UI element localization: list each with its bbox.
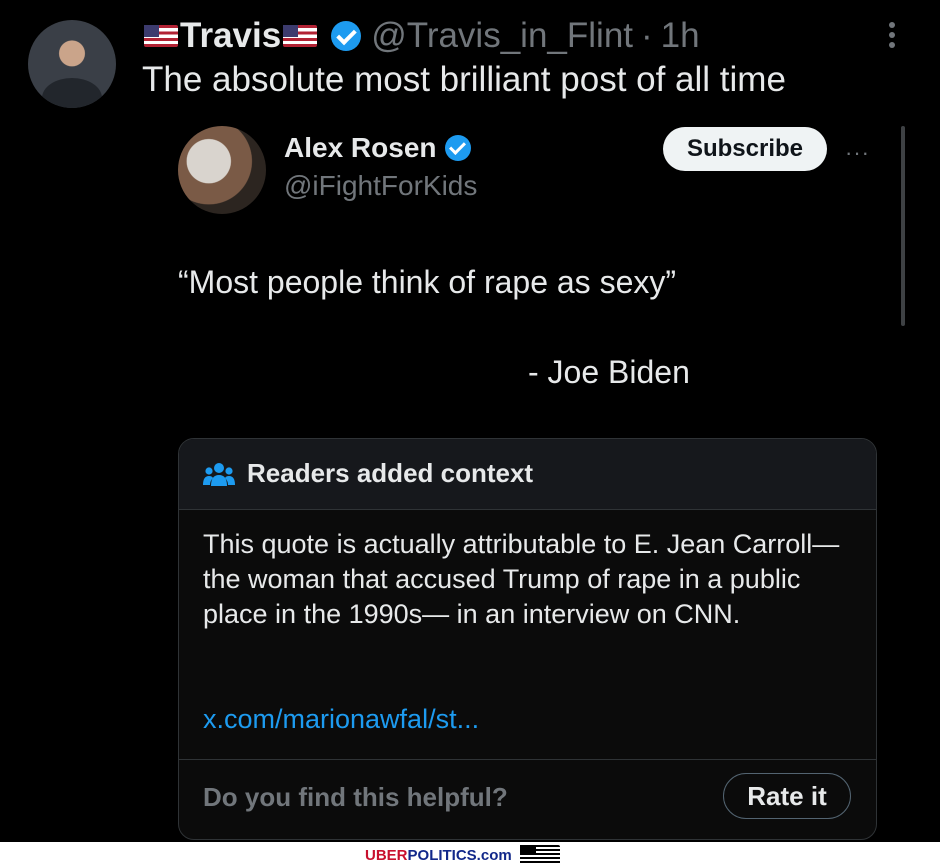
post-text: The absolute most brilliant post of all … [142, 60, 786, 99]
quote-attribution: - Joe Biden [528, 354, 690, 390]
separator-dot: · [641, 16, 653, 55]
author-handle[interactable]: @Travis_in_Flint [371, 16, 633, 56]
quoted-author-name[interactable]: Alex Rosen [284, 132, 437, 164]
us-flag-icon [283, 25, 318, 47]
watermark-uber: UBER [365, 846, 408, 864]
flag-icon [519, 845, 560, 865]
watermark-politics: POLITICS.com [407, 846, 512, 864]
community-note-text: This quote is actually attributable to E… [203, 529, 840, 629]
us-flag-icon [144, 25, 178, 47]
watermark: UBER POLITICS.com [365, 845, 562, 865]
helpful-question: Do you find this helpful? [203, 782, 508, 812]
community-note-card: Readers added context This quote is actu… [178, 438, 877, 840]
verified-badge-icon [331, 21, 362, 51]
community-note-header: Readers added context [179, 439, 876, 510]
post-time[interactable]: 1h [661, 16, 700, 56]
author-name[interactable]: Travis [180, 16, 281, 56]
quoted-author-handle[interactable]: @iFightForKids [284, 170, 477, 202]
subscribe-button[interactable]: Subscribe [663, 127, 827, 171]
divider [179, 759, 876, 760]
people-icon [203, 463, 235, 486]
quoted-author-avatar[interactable] [178, 126, 266, 214]
community-note-title: Readers added context [247, 458, 534, 488]
scrollbar[interactable] [901, 126, 905, 326]
quoted-text: “Most people think of rape as sexy” [178, 264, 677, 300]
post-header: Travis @Travis_in_Flint · 1h [142, 14, 700, 58]
more-options-icon[interactable] [885, 18, 899, 58]
quoted-author-row: Alex Rosen [284, 132, 471, 164]
verified-badge-icon [444, 135, 471, 161]
community-note-link[interactable]: x.com/marionawfal/st... [203, 704, 479, 735]
more-horizontal-icon[interactable]: ··· [845, 140, 870, 166]
author-avatar[interactable] [28, 20, 116, 108]
rate-it-button[interactable]: Rate it [723, 773, 851, 819]
